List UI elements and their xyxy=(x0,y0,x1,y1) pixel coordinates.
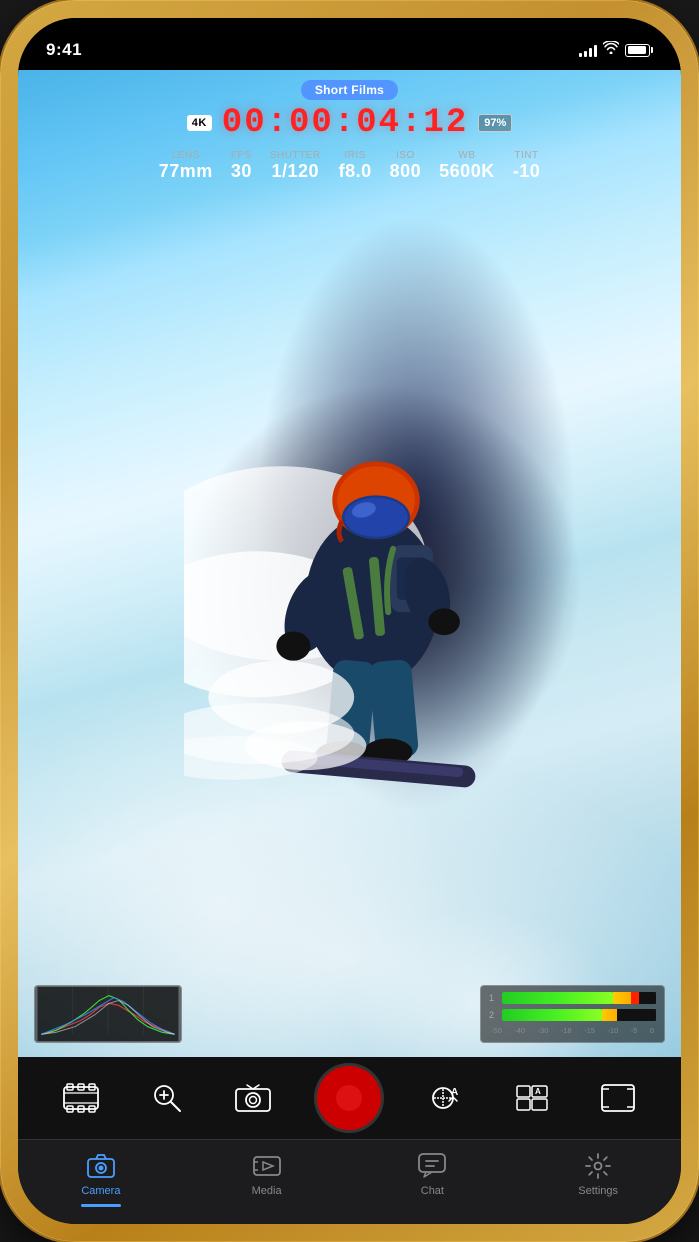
chat-tab-label: Chat xyxy=(421,1185,444,1197)
settings-tab-icon xyxy=(584,1152,612,1180)
tab-chat[interactable]: Chat xyxy=(392,1152,472,1197)
camera-tab-label: Camera xyxy=(81,1185,120,1197)
settings-tab-label: Settings xyxy=(578,1185,618,1197)
camera-flip-button[interactable] xyxy=(231,1076,275,1120)
focus-auto-button[interactable]: A xyxy=(510,1076,554,1120)
signal-bars-icon xyxy=(579,44,597,57)
status-bar: 9:41 xyxy=(18,18,681,70)
snowboarder-figure xyxy=(184,218,549,909)
wifi-icon xyxy=(603,41,619,57)
toolbar: A A xyxy=(18,1057,681,1139)
status-time: 9:41 xyxy=(46,40,82,60)
chat-tab-icon xyxy=(418,1152,446,1180)
viewfinder[interactable]: Short Films 4K 00:00:04:12 97% LENS 77mm… xyxy=(18,70,681,1057)
tab-settings[interactable]: Settings xyxy=(558,1152,638,1197)
screen: 9:41 xyxy=(18,18,681,1224)
record-inner xyxy=(336,1085,362,1111)
status-icons xyxy=(579,43,653,57)
zoom-button[interactable] xyxy=(145,1076,189,1120)
tab-media[interactable]: Media xyxy=(227,1152,307,1197)
media-tab-label: Media xyxy=(252,1185,282,1197)
svg-text:A: A xyxy=(535,1087,541,1096)
dynamic-island xyxy=(290,32,410,66)
tab-camera[interactable]: Camera xyxy=(61,1152,141,1207)
phone-frame: 9:41 xyxy=(0,0,699,1242)
record-button[interactable] xyxy=(317,1066,381,1130)
frame-guide-button[interactable] xyxy=(596,1076,640,1120)
camera-tab-icon xyxy=(87,1152,115,1180)
camera-tab-indicator xyxy=(81,1204,121,1207)
exposure-auto-button[interactable]: A xyxy=(424,1076,468,1120)
svg-text:A: A xyxy=(451,1087,458,1098)
media-tab-icon xyxy=(253,1152,281,1180)
film-roll-button[interactable] xyxy=(59,1076,103,1120)
tab-bar: Camera Media xyxy=(18,1139,681,1224)
battery-icon xyxy=(625,44,653,57)
